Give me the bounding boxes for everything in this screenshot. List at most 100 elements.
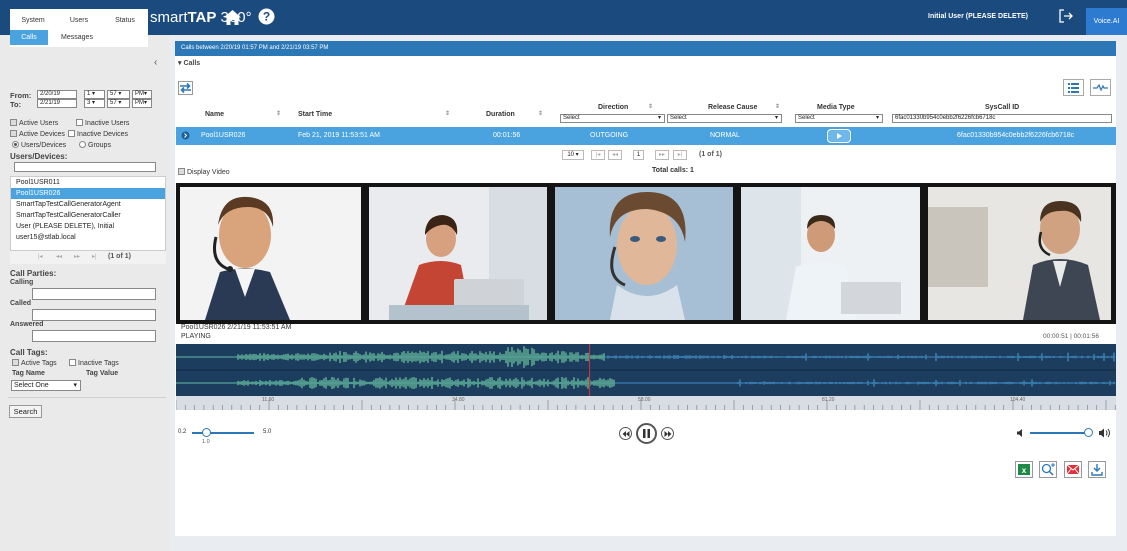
calling-input[interactable] <box>32 288 156 300</box>
sort-start-time-icon[interactable]: ⇕ <box>445 110 450 117</box>
called-input[interactable] <box>32 309 156 321</box>
list-item[interactable]: Pool1USR011 <box>11 177 165 188</box>
col-start-time[interactable]: Start Time <box>298 111 332 118</box>
speed-min: 0.2 <box>178 429 187 435</box>
sort-release-cause-icon[interactable]: ⇕ <box>775 103 780 110</box>
page-current[interactable]: 1 <box>633 150 644 160</box>
sort-name-icon[interactable]: ⇕ <box>276 110 281 117</box>
display-video-checkbox[interactable]: Display Video <box>178 168 230 176</box>
next-page-icon[interactable]: ▸▸ <box>655 150 669 160</box>
col-syscall-id[interactable]: SysCall ID <box>985 104 1019 111</box>
video-thumbnail[interactable] <box>180 187 361 320</box>
home-icon[interactable] <box>223 9 242 26</box>
tab-users[interactable]: Users <box>56 13 102 28</box>
answered-input[interactable] <box>32 330 156 342</box>
direction-filter[interactable]: Select ▾ <box>560 114 665 123</box>
play-media-button[interactable] <box>827 129 851 143</box>
last-page-icon[interactable]: ▸| <box>673 150 687 160</box>
media-type-filter[interactable]: Select ▾ <box>795 114 883 123</box>
swap-icon[interactable] <box>178 81 193 95</box>
to-date-input[interactable]: 2/21/19 <box>37 99 77 108</box>
waveform[interactable] <box>175 344 1116 396</box>
volume-slider-handle[interactable] <box>1084 428 1093 437</box>
to-hour-select[interactable]: 3 ▾ <box>84 99 105 108</box>
speed-slider-handle[interactable] <box>202 428 211 437</box>
current-user[interactable]: Initial User (PLEASE DELETE) <box>928 13 1028 20</box>
volume-low-icon[interactable] <box>1016 428 1026 438</box>
logout-icon[interactable] <box>1058 8 1074 24</box>
inactive-users-checkbox[interactable]: Inactive Users <box>76 119 129 127</box>
release-cause-filter[interactable]: Select ▾ <box>667 114 782 123</box>
timeline-tick: 81.20 <box>822 397 835 403</box>
to-minute-select[interactable]: 57 ▾ <box>107 99 130 108</box>
to-ampm-select[interactable]: PM▾ <box>132 99 152 108</box>
pause-button[interactable] <box>636 423 657 444</box>
from-date-input[interactable]: 2/20/19 <box>37 90 77 99</box>
list-item[interactable]: SmartTapTestCallGeneratorAgent <box>11 199 165 210</box>
email-button[interactable] <box>1064 461 1082 478</box>
page-size-select[interactable]: 10 ▾ <box>562 150 584 160</box>
col-duration[interactable]: Duration <box>486 111 515 118</box>
next-page-icon[interactable]: ▸▸ <box>74 253 80 260</box>
list-item[interactable]: user15@stlab.local <box>11 232 165 243</box>
groups-radio[interactable]: Groups <box>79 141 111 149</box>
from-ampm-select[interactable]: PM▾ <box>132 90 152 99</box>
list-item[interactable]: User (PLEASE DELETE), Initial <box>11 221 165 232</box>
waveform-view-icon[interactable] <box>1090 79 1111 96</box>
row-expand-icon[interactable] <box>181 131 190 140</box>
inactive-tags-checkbox[interactable]: Inactive Tags <box>69 359 119 367</box>
list-item[interactable]: Pool1USR026 <box>11 188 165 199</box>
sort-direction-icon[interactable]: ⇕ <box>648 103 653 110</box>
search-button[interactable]: Search <box>9 405 42 418</box>
list-item[interactable]: SmartTapTestCallGeneratorCaller <box>11 210 165 221</box>
voice-ai-button[interactable]: Voice.AI <box>1086 8 1127 35</box>
collapse-panel-icon[interactable]: ‹ <box>154 57 157 68</box>
calls-section-toggle[interactable]: ▾ Calls <box>178 59 200 67</box>
active-tags-checkbox[interactable]: Active Tags <box>12 359 57 367</box>
fast-forward-button[interactable] <box>661 427 674 440</box>
speed-value: 1.0 <box>202 439 210 445</box>
timeline-tick: 11.60 <box>262 397 275 403</box>
video-thumbnail[interactable] <box>369 187 547 320</box>
video-thumbnail[interactable] <box>555 187 733 320</box>
volume-slider[interactable] <box>1030 432 1090 434</box>
rewind-button[interactable] <box>619 427 632 440</box>
users-devices-radio[interactable]: Users/Devices <box>12 141 66 149</box>
active-devices-checkbox[interactable]: Active Devices <box>10 130 65 138</box>
list-view-icon[interactable] <box>1063 79 1084 96</box>
tag-select[interactable]: Select One ▾ <box>11 380 81 391</box>
last-page-icon[interactable]: ▸| <box>92 253 97 260</box>
zoom-in-button[interactable] <box>1039 461 1057 478</box>
prev-page-icon[interactable]: ◂◂ <box>608 150 622 160</box>
tab-calls[interactable]: Calls <box>10 30 48 45</box>
export-excel-button[interactable]: x <box>1015 461 1033 478</box>
tab-status[interactable]: Status <box>102 13 148 28</box>
first-page-icon[interactable]: |◂ <box>591 150 605 160</box>
from-minute-select[interactable]: 57 ▾ <box>107 90 130 99</box>
player-time: 00:00:51 | 00:01:56 <box>1043 333 1099 340</box>
users-search-input[interactable] <box>14 162 156 172</box>
prev-page-icon[interactable]: ◂◂ <box>56 253 62 260</box>
syscall-id-filter[interactable]: 6fac01330b954c0ebb2f6226fcb6718c <box>892 114 1112 123</box>
active-users-checkbox[interactable]: Active Users <box>10 119 58 127</box>
call-parties-heading: Call Parties: <box>10 269 57 278</box>
inactive-devices-checkbox[interactable]: Inactive Devices <box>68 130 128 138</box>
answered-label: Answered <box>10 321 44 328</box>
from-hour-select[interactable]: 1 ▾ <box>84 90 105 99</box>
col-name[interactable]: Name <box>205 111 224 118</box>
video-thumbnail[interactable] <box>741 187 920 320</box>
col-release-cause[interactable]: Release Cause <box>708 104 757 111</box>
help-icon[interactable]: ? <box>258 8 275 25</box>
tab-system[interactable]: System <box>10 13 56 28</box>
col-direction[interactable]: Direction <box>598 104 628 111</box>
video-thumbnail[interactable] <box>928 187 1111 320</box>
first-page-icon[interactable]: |◂ <box>38 253 43 260</box>
tab-messages[interactable]: Messages <box>52 30 102 45</box>
sort-duration-icon[interactable]: ⇕ <box>538 110 543 117</box>
player-state: PLAYING <box>181 333 211 340</box>
from-label: From: <box>10 91 32 100</box>
cell-release-cause: NORMAL <box>710 132 740 139</box>
volume-high-icon[interactable] <box>1098 427 1112 439</box>
download-button[interactable] <box>1088 461 1106 478</box>
col-media-type[interactable]: Media Type <box>817 104 855 111</box>
